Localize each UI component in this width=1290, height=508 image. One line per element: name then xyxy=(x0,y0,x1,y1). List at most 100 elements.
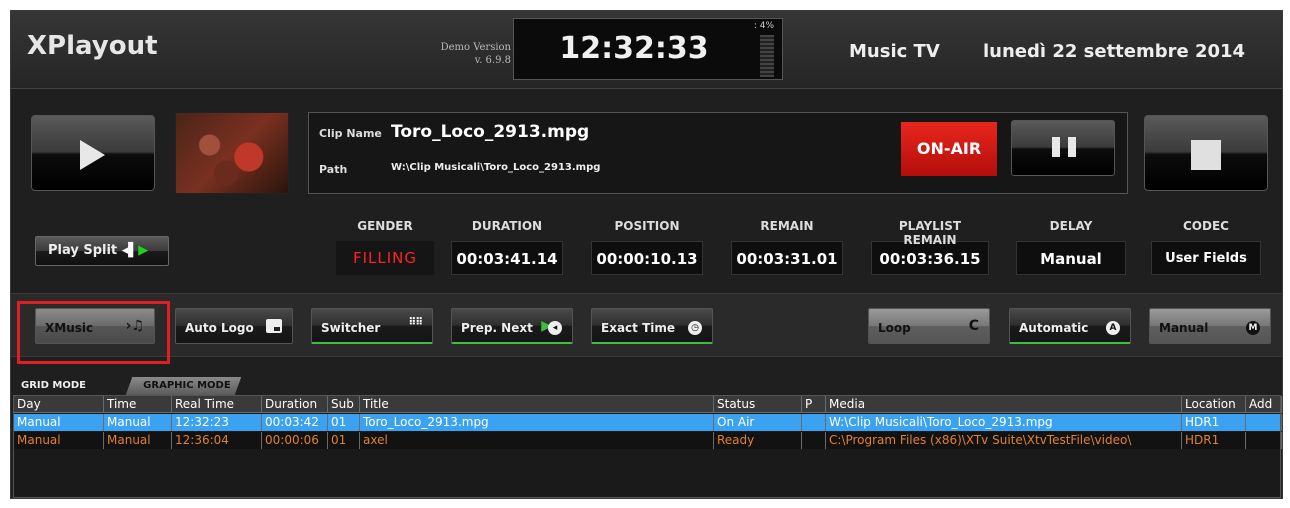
header-bar: XPlayout Demo Version v. 6.9.8 12:32:33 … xyxy=(11,11,1282,89)
cell-title: Toro_Loco_2913.mpg xyxy=(360,414,714,431)
tab-graphic-mode-label: GRAPHIC MODE xyxy=(143,380,231,391)
duration-field: DURATION 00:03:41.14 xyxy=(451,219,563,275)
clock-icon: ◷ xyxy=(688,318,702,335)
switcher-button[interactable]: Switcher ⠿⠿ xyxy=(311,308,433,344)
cell-p xyxy=(802,432,826,449)
cell-location: HDR1 xyxy=(1182,414,1246,431)
auto-logo-button[interactable]: Auto Logo xyxy=(175,308,293,344)
exact-time-label: Exact Time xyxy=(601,321,676,335)
remain-field: REMAIN 00:03:31.01 xyxy=(731,219,843,275)
tab-graphic-mode[interactable]: GRAPHIC MODE xyxy=(125,377,242,395)
xmusic-label: XMusic xyxy=(45,321,94,335)
cell-time: Manual xyxy=(104,414,172,431)
manual-button[interactable]: Manual M xyxy=(1149,308,1271,344)
clock-panel: 12:32:33 : 4% xyxy=(513,18,783,80)
remain-label: REMAIN xyxy=(760,219,814,233)
cell-media: C:\Program Files (x86)\XTv Suite\XtvTest… xyxy=(826,432,1182,449)
loop-label: Loop xyxy=(878,321,911,335)
cell-title: axel xyxy=(360,432,714,449)
prep-next-icon: ▶◂ xyxy=(541,318,562,335)
demo-version-label: Demo Version xyxy=(440,42,511,53)
delay-field: DELAY Manual xyxy=(1016,219,1126,275)
play-icon xyxy=(80,140,105,170)
clip-info-panel: Clip Name Toro_Loco_2913.mpg Path W:\Cli… xyxy=(308,112,1128,194)
playlist-remain-field: PLAYLIST REMAIN 00:03:36.15 xyxy=(871,219,989,275)
gender-label: GENDER xyxy=(357,219,413,233)
position-field: POSITION 00:00:10.13 xyxy=(591,219,703,275)
automatic-button[interactable]: Automatic A xyxy=(1009,308,1131,344)
version-number: v. 6.9.8 xyxy=(474,55,511,66)
switcher-label: Switcher xyxy=(321,321,381,335)
stop-button[interactable] xyxy=(1144,115,1268,191)
pause-icon xyxy=(1052,137,1076,157)
duration-value: 00:03:41.14 xyxy=(451,241,563,275)
delay-label: DELAY xyxy=(1049,219,1093,233)
delay-value[interactable]: Manual xyxy=(1016,241,1126,275)
automatic-label: Automatic xyxy=(1019,321,1089,335)
app-title: XPlayout xyxy=(27,31,158,61)
playlist-remain-label: PLAYLIST REMAIN xyxy=(898,219,962,247)
table-row[interactable]: Manual Manual 12:32:23 00:03:42 01 Toro_… xyxy=(14,414,1282,431)
col-header-add[interactable]: Add xyxy=(1246,396,1282,413)
cpu-meter xyxy=(760,35,774,77)
col-header-title[interactable]: Title xyxy=(360,396,714,413)
loop-icon: C xyxy=(968,318,979,334)
clock: 12:32:33 xyxy=(559,31,709,66)
cell-real-time: 12:36:04 xyxy=(172,432,262,449)
mode-tabs: GRID MODE GRAPHIC MODE xyxy=(11,373,1282,395)
table-row[interactable]: Manual Manual 12:36:04 00:00:06 01 axel … xyxy=(14,432,1282,449)
cell-real-time: 12:32:23 xyxy=(172,414,262,431)
cell-p xyxy=(802,414,826,431)
col-header-duration[interactable]: Duration xyxy=(262,396,328,413)
col-header-day[interactable]: Day xyxy=(14,396,104,413)
cell-duration: 00:00:06 xyxy=(262,432,328,449)
pause-button[interactable] xyxy=(1011,120,1115,176)
clip-name-label: Clip Name xyxy=(319,127,382,140)
duration-label: DURATION xyxy=(471,219,543,233)
current-date: lunedì 22 settembre 2014 xyxy=(983,41,1246,62)
cell-location: HDR1 xyxy=(1182,432,1246,449)
col-header-real-time[interactable]: Real Time xyxy=(172,396,262,413)
auto-logo-label: Auto Logo xyxy=(185,321,254,335)
demo-version: Demo Version v. 6.9.8 xyxy=(421,41,511,67)
prep-next-label: Prep. Next xyxy=(461,321,533,335)
cell-day: Manual xyxy=(14,432,104,449)
position-label: POSITION xyxy=(614,219,680,233)
clip-path: W:\Clip Musicali\Toro_Loco_2913.mpg xyxy=(391,162,601,173)
automatic-icon-letter: A xyxy=(1106,321,1120,335)
stop-icon xyxy=(1191,140,1221,170)
logo-icon xyxy=(266,319,282,337)
music-note-icon: ›♫ xyxy=(125,318,144,334)
xplayout-window: XPlayout Demo Version v. 6.9.8 12:32:33 … xyxy=(10,10,1283,499)
cell-media: W:\Clip Musicali\Toro_Loco_2913.mpg xyxy=(826,414,1182,431)
cell-time: Manual xyxy=(104,432,172,449)
cell-day: Manual xyxy=(14,414,104,431)
xmusic-button[interactable]: XMusic ›♫ xyxy=(35,308,155,344)
manual-label: Manual xyxy=(1159,321,1209,335)
clip-name: Toro_Loco_2913.mpg xyxy=(391,122,590,142)
col-header-time[interactable]: Time xyxy=(104,396,172,413)
loop-button[interactable]: Loop C xyxy=(868,308,990,344)
playlist-grid[interactable]: Day Time Real Time Duration Sub Title St… xyxy=(13,395,1282,498)
cell-sub: 01 xyxy=(328,414,360,431)
split-arrow-icon: ◂▌ xyxy=(121,243,139,258)
tab-grid-mode[interactable]: GRID MODE xyxy=(13,377,94,395)
play-split-button[interactable]: Play Split ◂▌▶ xyxy=(35,236,169,266)
cell-status: Ready xyxy=(714,432,802,449)
codec-value[interactable]: User Fields xyxy=(1151,241,1261,275)
exact-time-button[interactable]: Exact Time ◷ xyxy=(591,308,713,344)
grid-dots-icon: ⠿⠿ xyxy=(408,317,423,328)
col-header-p[interactable]: P xyxy=(802,396,826,413)
col-header-sub[interactable]: Sub xyxy=(328,396,360,413)
col-header-location[interactable]: Location xyxy=(1182,396,1246,413)
col-header-status[interactable]: Status xyxy=(714,396,802,413)
play-button[interactable] xyxy=(31,115,155,191)
prep-next-button[interactable]: Prep. Next ▶◂ xyxy=(451,308,573,344)
cell-add xyxy=(1246,432,1282,449)
col-header-media[interactable]: Media xyxy=(826,396,1182,413)
codec-field: CODEC User Fields xyxy=(1151,219,1261,275)
cpu-meter-label: : 4% xyxy=(753,21,774,31)
on-air-indicator: ON-AIR xyxy=(901,122,997,176)
toolbar: XMusic ›♫ Auto Logo Switcher ⠿⠿ Prep. Ne… xyxy=(11,293,1282,364)
cell-status: On Air xyxy=(714,414,802,431)
